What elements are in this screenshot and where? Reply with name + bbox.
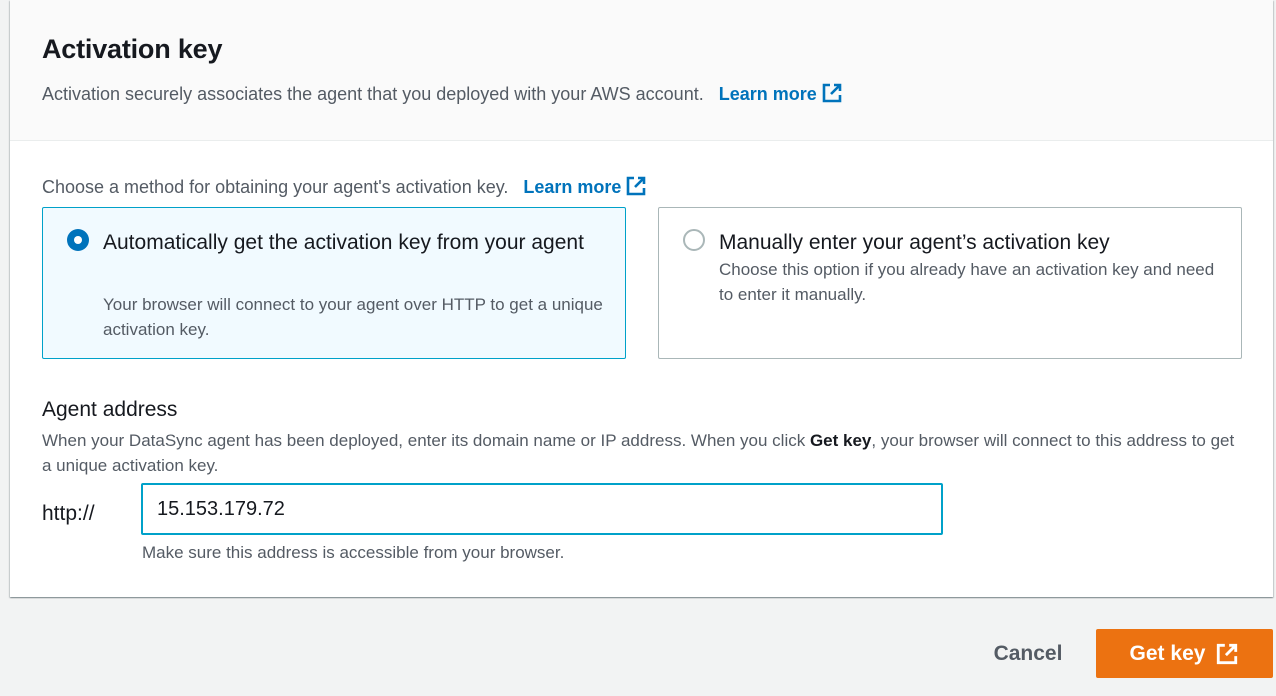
header-learn-more-label: Learn more: [718, 84, 817, 104]
header-learn-more-link[interactable]: Learn more: [718, 83, 843, 104]
activation-key-panel: Activation key Activation securely assoc…: [10, 0, 1273, 597]
method-learn-more-label: Learn more: [523, 177, 622, 197]
method-label: Choose a method for obtaining your agent…: [42, 175, 647, 198]
panel-description: Activation securely associates the agent…: [42, 82, 843, 105]
agent-address-desc-before: When your DataSync agent has been deploy…: [42, 431, 810, 450]
cancel-button[interactable]: Cancel: [975, 630, 1081, 678]
get-key-button[interactable]: Get key: [1096, 629, 1273, 678]
manual-activation-description: Choose this option if you already have a…: [719, 260, 1215, 304]
external-link-icon: [627, 176, 646, 196]
auto-activation-option[interactable]: Automatically get the activation key fro…: [42, 207, 626, 359]
agent-address-input[interactable]: [141, 483, 943, 535]
manual-activation-title: Manually enter your agent’s activation k…: [719, 231, 1110, 254]
auto-activation-title: Automatically get the activation key fro…: [103, 231, 584, 254]
method-learn-more-link[interactable]: Learn more: [523, 176, 647, 197]
agent-address-description: When your DataSync agent has been deploy…: [42, 428, 1242, 478]
method-label-text: Choose a method for obtaining your agent…: [42, 177, 509, 197]
panel-description-text: Activation securely associates the agent…: [42, 84, 704, 104]
agent-address-hint: Make sure this address is accessible fro…: [142, 543, 565, 562]
panel-header: Activation key Activation securely assoc…: [10, 0, 1273, 141]
manual-activation-option[interactable]: Manually enter your agent’s activation k…: [658, 207, 1242, 359]
manual-activation-radio[interactable]: [683, 229, 705, 251]
protocol-prefix: http://: [42, 502, 95, 525]
external-link-icon: [1217, 643, 1238, 664]
auto-activation-radio[interactable]: [67, 229, 89, 251]
agent-address-desc-bold: Get key: [809, 431, 872, 450]
auto-activation-description: Your browser will connect to your agent …: [103, 295, 603, 339]
panel-title: Activation key: [42, 34, 223, 64]
get-key-label: Get key: [1129, 641, 1206, 665]
agent-address-label: Agent address: [42, 398, 178, 421]
external-link-icon: [822, 83, 842, 103]
